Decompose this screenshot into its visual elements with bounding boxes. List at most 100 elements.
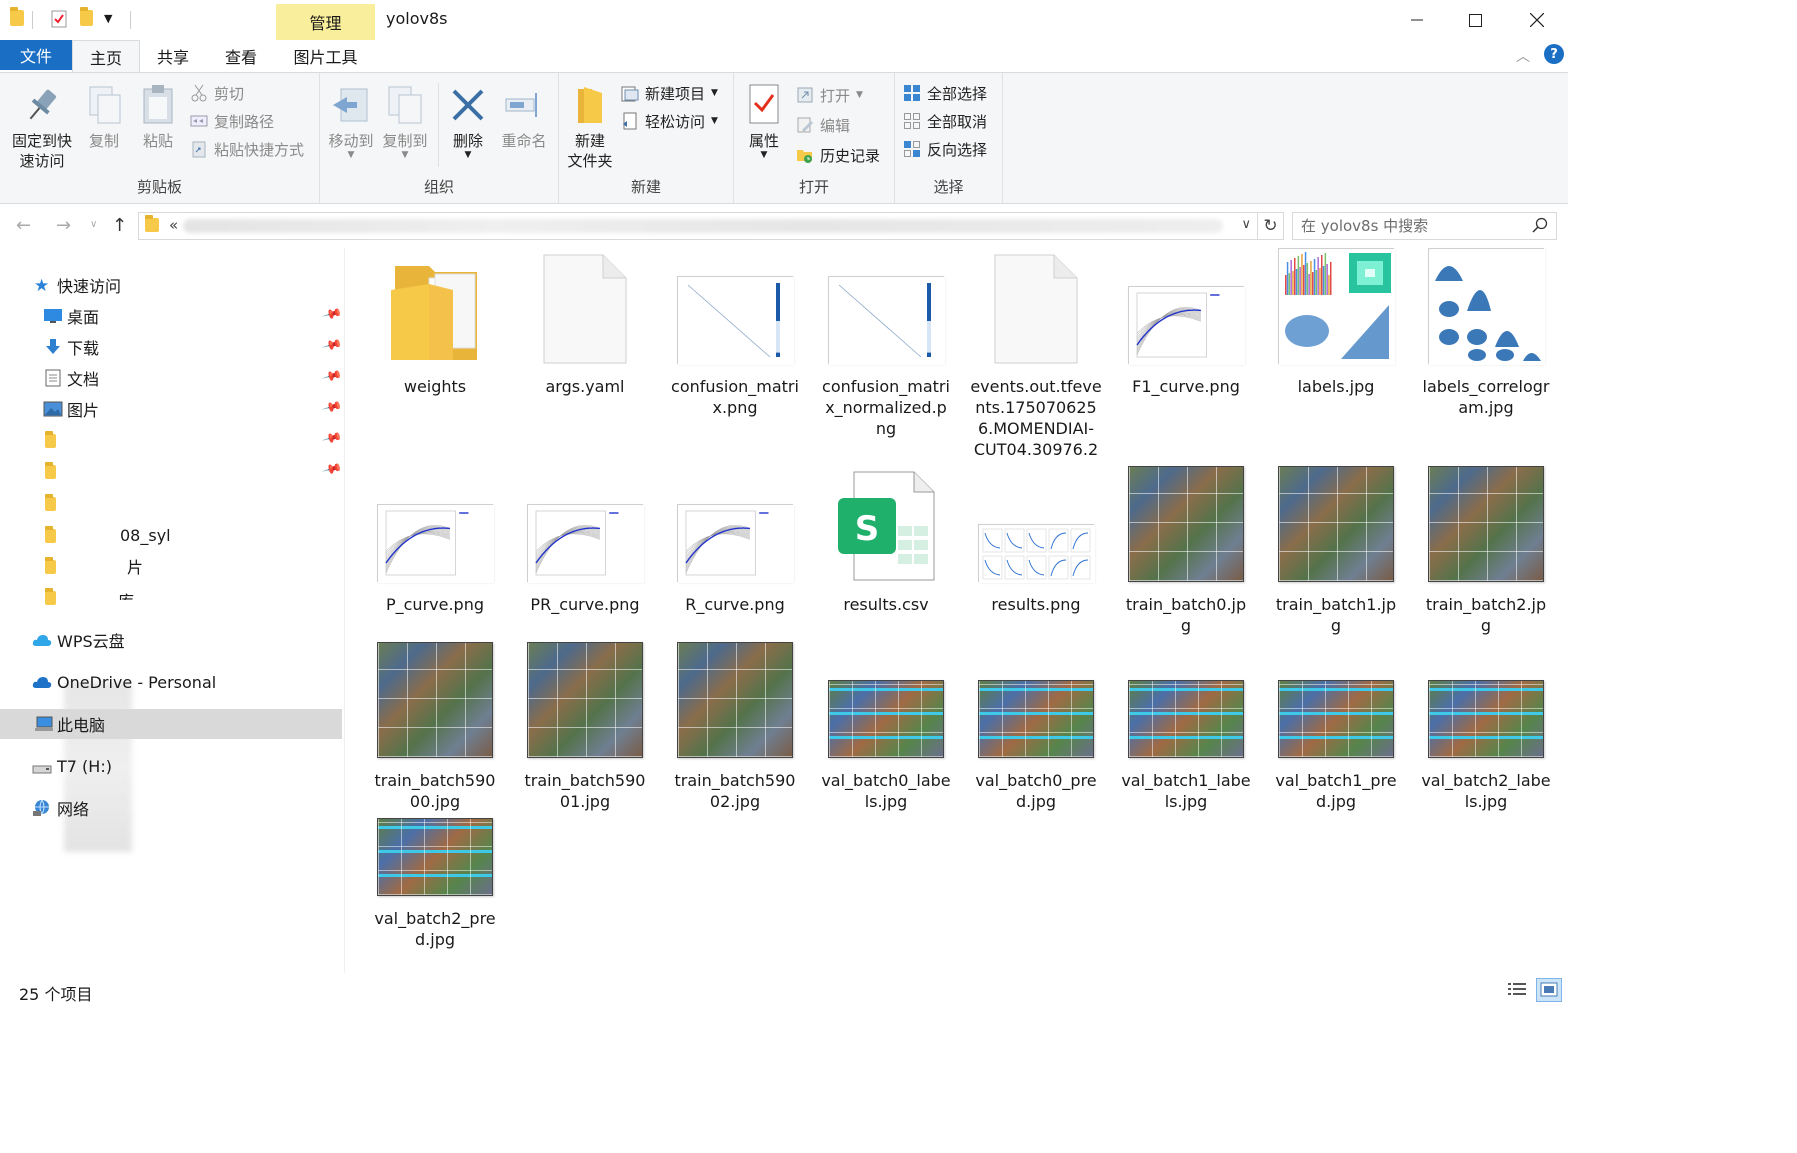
file-tile-events-out-tfevents-1750706256-momendiai-cut04-30976-2[interactable]: events.out.tfeve nts.175070625 6.MOMENDIAI… <box>961 254 1111 474</box>
customize-qat-chevron-icon[interactable]: ▼ <box>104 12 122 30</box>
file-name-label: train_batch1.jp g <box>1275 595 1397 635</box>
history-icon <box>796 146 814 164</box>
thumbnail-val-batch2-pred-jpg <box>377 818 493 896</box>
nav-pinned-folder-2[interactable]: 📌 <box>0 456 343 486</box>
maximize-button[interactable] <box>1444 0 1506 40</box>
folder-icon <box>45 588 65 608</box>
collapse-ribbon-icon[interactable]: ︿ <box>1516 46 1530 66</box>
file-tile-val-batch2-labels-jpg[interactable]: val_batch2_labe ls.jpg <box>1411 656 1561 866</box>
file-name-label: labels.jpg <box>1297 377 1375 396</box>
nav-network[interactable]: 网络 <box>0 793 342 823</box>
select-none-button[interactable]: 全部取消 <box>903 109 987 133</box>
nav-documents[interactable]: 文档 📌 <box>0 363 343 393</box>
nav-wps-cloud[interactable]: WPS云盘 <box>0 625 342 655</box>
back-arrow-icon[interactable]: ← <box>16 215 31 236</box>
nav-folder-3[interactable] <box>0 488 342 518</box>
thumbnail-train-batch0-jpg <box>1128 466 1244 582</box>
tab-file[interactable]: 文件 <box>0 40 72 70</box>
close-button[interactable] <box>1506 0 1568 40</box>
details-view-icon[interactable] <box>1507 980 1527 1000</box>
file-tile-weights[interactable]: weights <box>360 264 510 474</box>
easy-access-button[interactable]: 轻松访问 ▼ <box>621 109 718 133</box>
breadcrumb-overflow[interactable]: « <box>169 216 178 234</box>
file-tile-train-batch59001-jpg[interactable]: train_batch590 01.jpg <box>510 642 660 866</box>
paste-button[interactable]: 粘贴 <box>136 79 180 151</box>
thumbnail-train-batch59002-jpg <box>677 642 793 758</box>
file-tile-args-yaml[interactable]: args.yaml <box>510 254 660 474</box>
cut-button[interactable]: 剪切 <box>190 81 244 105</box>
clipboard-group: 固定到快 速访问 复制 粘贴 剪切 复制路径 粘贴快捷方式 剪贴板 <box>0 73 320 203</box>
address-dropdown-chevron-icon[interactable]: ∨ <box>1241 217 1251 232</box>
nav-pictures[interactable]: 图片 📌 <box>0 394 343 424</box>
file-tile-val-batch1-pred-jpg[interactable]: val_batch1_pre d.jpg <box>1261 656 1411 866</box>
rename-button[interactable]: 重命名 <box>496 79 552 151</box>
move-to-button[interactable]: 移动到 ▼ <box>326 79 376 160</box>
new-folder-button[interactable]: 新建 文件夹 <box>563 79 617 171</box>
pin-icon[interactable]: 📌 <box>321 304 343 325</box>
pin-icon <box>22 83 62 127</box>
select-none-icon <box>903 112 921 130</box>
nav-pinned-folder-1[interactable]: 📌 <box>0 425 343 455</box>
up-arrow-icon[interactable]: ↑ <box>112 215 127 236</box>
large-icons-view-icon[interactable] <box>1536 978 1562 1002</box>
tab-view[interactable]: 查看 <box>206 40 276 72</box>
open-icon <box>796 86 814 104</box>
help-icon[interactable]: ? <box>1544 44 1564 64</box>
refresh-icon[interactable]: ↻ <box>1258 212 1284 240</box>
tab-home[interactable]: 主页 <box>72 40 140 72</box>
history-button[interactable]: 历史记录 <box>796 143 880 167</box>
search-icon[interactable] <box>1532 217 1548 237</box>
new-item-button[interactable]: 新建项目 ▼ <box>621 81 718 105</box>
file-tile-confusion-matrix-normalized-png[interactable]: confusion_matri x_normalized.p ng <box>811 264 961 474</box>
pin-icon[interactable]: 📌 <box>321 366 343 387</box>
search-box[interactable] <box>1292 212 1557 240</box>
search-input[interactable] <box>1301 217 1521 235</box>
nav-quick-access[interactable]: ★ 快速访问 <box>0 270 342 300</box>
tab-picture-tools[interactable]: 图片工具 <box>276 40 375 72</box>
nav-onedrive[interactable]: OneDrive - Personal <box>0 667 342 697</box>
pin-icon[interactable]: 📌 <box>321 428 343 449</box>
onedrive-cloud-icon <box>32 674 52 692</box>
nav-desktop[interactable]: 桌面 📌 <box>0 301 343 331</box>
edit-button[interactable]: 编辑 <box>796 113 850 137</box>
file-tile-val-batch2-pred-jpg[interactable]: val_batch2_pre d.jpg <box>360 818 510 1042</box>
file-tile-val-batch0-labels-jpg[interactable]: val_batch0_labe ls.jpg <box>811 656 961 866</box>
file-tile-val-batch1-labels-jpg[interactable]: val_batch1_labe ls.jpg <box>1111 656 1261 866</box>
pictures-icon <box>43 401 63 419</box>
minimize-button[interactable] <box>1386 0 1448 40</box>
file-name-label: val_batch2_pre d.jpg <box>374 909 496 949</box>
open-button[interactable]: 打开 ▼ <box>796 83 863 107</box>
nav-drive-t7[interactable]: T7 (H:) <box>0 751 342 781</box>
nav-folder-5[interactable]: 片 <box>0 551 342 581</box>
forward-arrow-icon[interactable]: → <box>56 215 71 236</box>
file-tile-labels-correlogram-jpg[interactable]: labels_correlogr am.jpg <box>1411 248 1561 474</box>
delete-button[interactable]: 删除 ▼ <box>446 79 490 160</box>
pin-icon[interactable]: 📌 <box>321 335 343 356</box>
copy-path-button[interactable]: 复制路径 <box>190 109 274 133</box>
properties-checkbox-icon[interactable] <box>50 10 68 28</box>
nav-this-pc[interactable]: 此电脑 <box>0 709 342 739</box>
pin-icon[interactable]: 📌 <box>321 459 343 480</box>
new-folder-icon[interactable] <box>80 7 98 28</box>
select-all-button[interactable]: 全部选择 <box>903 81 987 105</box>
pin-icon[interactable]: 📌 <box>321 397 343 418</box>
file-tile-train-batch59002-jpg[interactable]: train_batch590 02.jpg <box>660 642 810 866</box>
pin-to-quick-access-button[interactable]: 固定到快 速访问 <box>6 79 78 171</box>
copy-button[interactable]: 复制 <box>82 79 126 151</box>
paste-shortcut-button[interactable]: 粘贴快捷方式 <box>190 137 304 161</box>
invert-selection-button[interactable]: 反向选择 <box>903 137 987 161</box>
nav-folder-4[interactable]: 08_syl <box>0 520 342 550</box>
file-tile-confusion-matrix-png[interactable]: confusion_matri x.png <box>660 264 810 474</box>
properties-button[interactable]: 属性 ▼ <box>742 79 786 160</box>
file-tile-labels-jpg[interactable]: labels.jpg <box>1261 248 1411 474</box>
nav-downloads[interactable]: 下载 📌 <box>0 332 343 362</box>
recent-locations-chevron-icon[interactable]: ∨ <box>90 219 97 230</box>
tab-share[interactable]: 共享 <box>140 40 206 72</box>
file-tile-f1-curve-png[interactable]: F1_curve.png <box>1111 264 1261 474</box>
copy-to-button[interactable]: 复制到 ▼ <box>380 79 430 160</box>
file-tile-val-batch0-pred-jpg[interactable]: val_batch0_pre d.jpg <box>961 656 1111 866</box>
nav-folder-6[interactable]: 库 <box>0 582 342 612</box>
tab-manage[interactable]: 管理 <box>276 10 375 34</box>
thumbnail-r-curve-png <box>677 504 794 583</box>
address-bar[interactable]: « ∨ <box>138 212 1258 240</box>
